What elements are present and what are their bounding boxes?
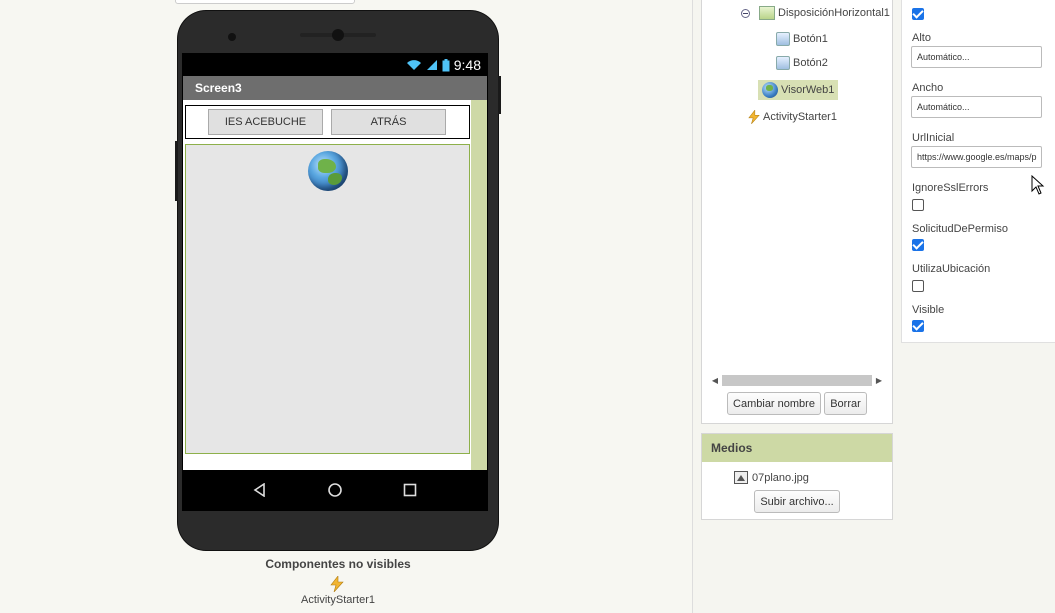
phone-camera xyxy=(228,33,236,41)
atras-button[interactable]: ATRÁS xyxy=(331,109,446,135)
app-body: IES ACEBUCHE ATRÁS xyxy=(183,100,487,470)
media-file-item[interactable]: 07plano.jpg xyxy=(734,471,809,484)
globe-icon xyxy=(308,151,348,191)
wifi-icon xyxy=(406,60,421,70)
tree-item-visorweb1[interactable]: VisorWeb1 xyxy=(758,80,839,100)
tree-item-label: DisposiciónHorizontal1 xyxy=(778,7,890,19)
button-icon xyxy=(776,56,790,70)
screen-title: Screen3 xyxy=(183,76,487,100)
panel-divider xyxy=(692,0,693,613)
solicitud-permiso-checkbox[interactable] xyxy=(912,239,924,251)
battery-icon xyxy=(442,58,450,71)
recents-icon[interactable] xyxy=(403,483,417,497)
url-inicial-field[interactable]: https://www.google.es/maps/p xyxy=(911,146,1042,168)
web-viewer-globe-icon xyxy=(762,82,778,98)
visible-label: Visible xyxy=(912,304,945,316)
phone-side-button xyxy=(498,76,501,114)
phone-screen: 9:48 Screen3 IES ACEBUCHE ATRÁS xyxy=(182,53,488,511)
scroll-left-icon[interactable]: ◀ xyxy=(708,376,722,385)
image-file-icon xyxy=(734,471,748,484)
delete-button[interactable]: Borrar xyxy=(824,392,867,415)
mouse-cursor-icon xyxy=(1031,175,1045,195)
rename-button[interactable]: Cambiar nombre xyxy=(727,392,821,415)
utiliza-ubicacion-checkbox[interactable] xyxy=(912,280,924,292)
tree-item-label: VisorWeb1 xyxy=(781,84,835,96)
visible-checkbox[interactable] xyxy=(912,320,924,332)
tree-item-horizontal[interactable]: DisposiciónHorizontal1 xyxy=(741,6,890,20)
tree-item-boton2[interactable]: Botón2 xyxy=(776,56,828,70)
nonvisible-component-label: ActivityStarter1 xyxy=(301,594,375,606)
media-header: Medios xyxy=(702,434,892,462)
tree-horizontal-scrollbar[interactable]: ◀ ▶ xyxy=(708,374,886,387)
top-dropdown-stub[interactable] xyxy=(175,0,355,4)
tree-item-label: ActivityStarter1 xyxy=(763,111,837,123)
utiliza-ubicacion-label: UtilizaUbicación xyxy=(912,263,991,275)
ancho-label: Ancho xyxy=(912,82,944,94)
button-icon xyxy=(776,32,790,46)
media-file-name: 07plano.jpg xyxy=(752,471,809,484)
horizontal-arrangement-icon xyxy=(759,6,775,20)
ignore-ssl-checkbox[interactable] xyxy=(912,199,924,211)
ies-acebuche-button[interactable]: IES ACEBUCHE xyxy=(208,109,323,135)
upload-file-button[interactable]: Subir archivo... xyxy=(754,490,840,513)
phone-front-camera xyxy=(332,29,344,41)
tree-item-boton1[interactable]: Botón1 xyxy=(776,32,828,46)
web-viewer[interactable] xyxy=(185,144,470,454)
screen-scroll-column xyxy=(471,100,487,470)
scroll-right-icon[interactable]: ▶ xyxy=(872,376,886,385)
status-time: 9:48 xyxy=(453,57,481,73)
scroll-track[interactable] xyxy=(722,375,872,386)
collapse-icon[interactable] xyxy=(741,8,750,18)
tree-item-label: Botón1 xyxy=(793,33,828,45)
phone-side-button xyxy=(175,141,178,201)
phone-mockup: 9:48 Screen3 IES ACEBUCHE ATRÁS xyxy=(175,11,501,550)
alto-label: Alto xyxy=(912,32,931,44)
url-inicial-label: UrlInicial xyxy=(912,132,955,144)
components-tree-panel: DisposiciónHorizontal1 Botón1 Botón2 Vis… xyxy=(701,0,893,424)
signal-icon xyxy=(426,60,437,70)
lightning-icon xyxy=(330,576,344,592)
status-bar: 9:48 xyxy=(183,54,487,76)
solicitud-permiso-label: SolicitudDePermiso xyxy=(912,223,1008,235)
properties-panel: Alto Automático... Ancho Automático... U… xyxy=(901,0,1055,343)
android-nav-bar xyxy=(183,470,487,510)
viewer-panel: 9:48 Screen3 IES ACEBUCHE ATRÁS Componen… xyxy=(0,0,692,613)
horizontal-arrangement[interactable]: IES ACEBUCHE ATRÁS xyxy=(185,105,470,139)
home-icon[interactable] xyxy=(327,482,343,498)
ancho-field[interactable]: Automático... xyxy=(911,96,1042,118)
ignore-ssl-label: IgnoreSslErrors xyxy=(912,182,989,194)
tree-item-label: Botón2 xyxy=(793,57,828,69)
alto-field[interactable]: Automático... xyxy=(911,46,1042,68)
tree-item-activitystarter1[interactable]: ActivityStarter1 xyxy=(748,110,837,124)
back-icon[interactable] xyxy=(253,483,267,497)
activity-starter-icon xyxy=(748,110,760,124)
media-panel: Medios 07plano.jpg Subir archivo... xyxy=(701,433,893,520)
nonvisible-components-title: Componentes no visibles xyxy=(265,557,411,571)
top-property-checkbox[interactable] xyxy=(912,8,924,20)
